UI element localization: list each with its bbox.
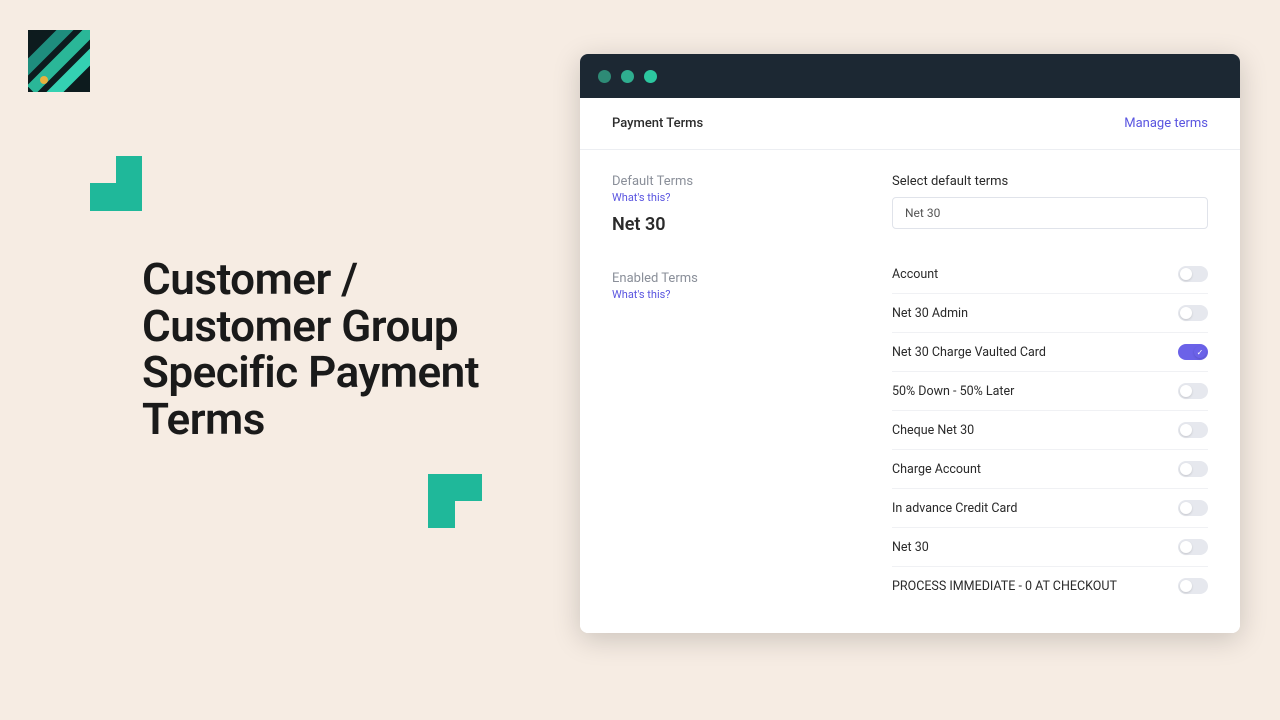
term-row: Net 30 Charge Vaulted Card ✓ [892, 333, 1208, 372]
select-value: Net 30 [905, 206, 940, 220]
term-row: Account [892, 255, 1208, 294]
term-toggle[interactable] [1178, 383, 1208, 399]
term-toggle[interactable] [1178, 500, 1208, 516]
term-label: 50% Down - 50% Later [892, 384, 1014, 399]
window-close-dot[interactable] [598, 70, 611, 83]
term-toggle[interactable] [1178, 578, 1208, 594]
manage-terms-link[interactable]: Manage terms [1124, 116, 1208, 131]
term-label: Net 30 Charge Vaulted Card [892, 345, 1046, 360]
terms-list: Account Net 30 Admin Net 30 Charge Vaulted… [892, 255, 1208, 605]
current-default-term: Net 30 [612, 214, 852, 235]
select-default-label: Select default terms [892, 174, 1208, 189]
hero-title: Customer / Customer Group Specific Payme… [142, 256, 522, 443]
term-row: Charge Account [892, 450, 1208, 489]
app-logo [28, 30, 90, 92]
decorative-shape [428, 474, 482, 528]
term-toggle[interactable] [1178, 305, 1208, 321]
term-row: In advance Credit Card [892, 489, 1208, 528]
enabled-terms-label: Enabled Terms [612, 271, 852, 286]
term-row: Net 30 Admin [892, 294, 1208, 333]
whats-this-link[interactable]: What's this? [612, 288, 852, 301]
term-row: Net 30 [892, 528, 1208, 567]
default-terms-select[interactable]: Net 30 [892, 197, 1208, 229]
app-window: Payment Terms Manage terms Default Terms… [580, 54, 1240, 633]
term-row: PROCESS IMMEDIATE - 0 AT CHECKOUT [892, 567, 1208, 605]
term-toggle[interactable] [1178, 266, 1208, 282]
term-label: PROCESS IMMEDIATE - 0 AT CHECKOUT [892, 579, 1117, 594]
enabled-terms-block: Enabled Terms What's this? [612, 271, 852, 301]
term-label: Account [892, 267, 938, 282]
term-label: Cheque Net 30 [892, 423, 974, 438]
window-zoom-dot[interactable] [644, 70, 657, 83]
term-row: 50% Down - 50% Later [892, 372, 1208, 411]
panel-header: Payment Terms Manage terms [580, 98, 1240, 150]
panel: Payment Terms Manage terms Default Terms… [580, 98, 1240, 633]
term-label: Charge Account [892, 462, 981, 477]
panel-title: Payment Terms [612, 116, 703, 131]
term-toggle[interactable] [1178, 539, 1208, 555]
term-label: Net 30 Admin [892, 306, 968, 321]
window-minimize-dot[interactable] [621, 70, 634, 83]
whats-this-link[interactable]: What's this? [612, 191, 852, 204]
term-toggle[interactable]: ✓ [1178, 344, 1208, 360]
decorative-shape [90, 156, 142, 211]
default-terms-block: Default Terms What's this? Net 30 [612, 174, 852, 235]
term-toggle[interactable] [1178, 422, 1208, 438]
term-row: Cheque Net 30 [892, 411, 1208, 450]
default-terms-label: Default Terms [612, 174, 852, 189]
term-toggle[interactable] [1178, 461, 1208, 477]
window-titlebar [580, 54, 1240, 98]
term-label: In advance Credit Card [892, 501, 1017, 516]
term-label: Net 30 [892, 540, 929, 555]
